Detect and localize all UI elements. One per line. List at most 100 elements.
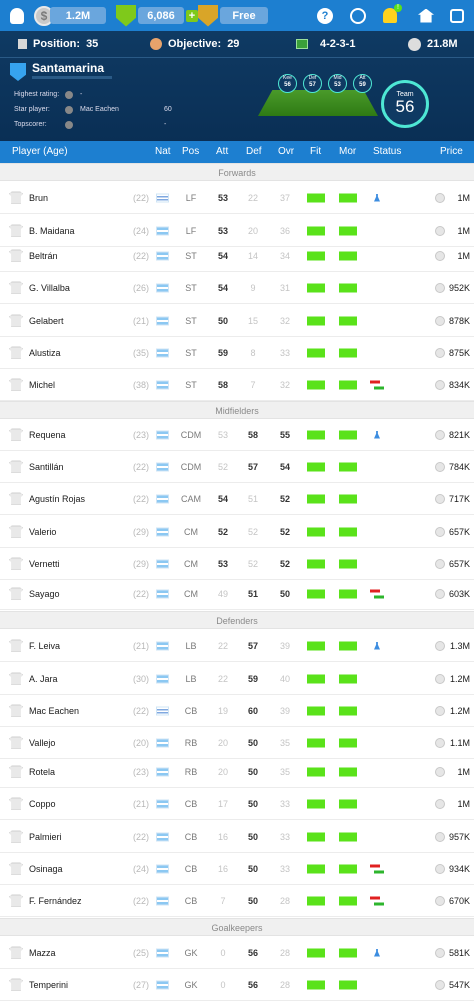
player-row[interactable]: Agustín Rojas (22) CAM 54 51 52 717K bbox=[0, 483, 474, 515]
argentina-flag-icon bbox=[156, 864, 169, 873]
player-row[interactable]: Requena (23) CDM 53 58 55 821K bbox=[0, 419, 474, 451]
bell-badge: ! bbox=[394, 4, 402, 12]
player-name[interactable]: Coppo bbox=[29, 799, 56, 809]
menu-icon[interactable] bbox=[450, 0, 464, 31]
col-status[interactable]: Status bbox=[373, 146, 401, 157]
player-name[interactable]: Brun bbox=[29, 193, 48, 203]
player-name[interactable]: Agustín Rojas bbox=[29, 494, 85, 504]
player-row[interactable]: Santillán (22) CDM 52 57 54 784K bbox=[0, 451, 474, 483]
morale-bar bbox=[339, 559, 357, 568]
price-coin-icon bbox=[435, 798, 445, 809]
attack-value: 58 bbox=[217, 379, 228, 390]
col-ovr[interactable]: Ovr bbox=[278, 146, 294, 157]
objective-value: 29 bbox=[227, 38, 240, 50]
attack-value: 52 bbox=[217, 526, 228, 537]
player-age: (30) bbox=[133, 673, 150, 684]
col-mor[interactable]: Mor bbox=[339, 146, 356, 157]
profile-icon[interactable] bbox=[10, 0, 24, 31]
overall-value: 55 bbox=[279, 429, 290, 440]
player-row[interactable]: Vallejo (20) RB 20 50 35 1.1M bbox=[0, 727, 474, 759]
player-name[interactable]: Santillán bbox=[29, 462, 64, 472]
player-name[interactable]: Michel bbox=[29, 380, 55, 390]
col-pos[interactable]: Pos bbox=[182, 146, 199, 157]
attack-value: 17 bbox=[217, 798, 228, 809]
player-name[interactable]: B. Maidana bbox=[29, 226, 75, 236]
player-name[interactable]: Gelabert bbox=[29, 316, 64, 326]
player-price: 1M bbox=[457, 192, 470, 203]
col-price[interactable]: Price bbox=[440, 146, 463, 157]
uruguay-flag-icon bbox=[156, 193, 169, 202]
player-price: 1M bbox=[457, 225, 470, 236]
price-coin-icon bbox=[435, 947, 445, 958]
player-name[interactable]: G. Villalba bbox=[29, 283, 70, 293]
gems-display[interactable]: 6,086 + bbox=[116, 0, 198, 31]
player-row[interactable]: Temperini (27) GK 0 56 28 547K bbox=[0, 969, 474, 1001]
player-name[interactable]: Requena bbox=[29, 430, 66, 440]
player-row[interactable]: F. Leiva (21) LB 22 57 39 1.3M bbox=[0, 630, 474, 662]
training-icon[interactable] bbox=[374, 193, 380, 202]
player-price: 878K bbox=[448, 315, 470, 326]
player-row[interactable]: A. Jara (30) LB 22 59 40 1.2M bbox=[0, 663, 474, 695]
overall-value: 39 bbox=[279, 705, 290, 716]
player-name[interactable]: Beltrán bbox=[29, 251, 58, 261]
player-name[interactable]: Valerio bbox=[29, 527, 56, 537]
player-row[interactable]: Beltrán (22) ST 54 14 34 1M bbox=[0, 240, 474, 272]
player-name[interactable]: Mazza bbox=[29, 948, 56, 958]
col-att[interactable]: Att bbox=[216, 146, 228, 157]
morale-bar bbox=[339, 462, 357, 471]
player-name[interactable]: Sayago bbox=[29, 589, 60, 599]
training-icon[interactable] bbox=[374, 948, 380, 957]
col-nat[interactable]: Nat bbox=[155, 146, 171, 157]
player-position: ST bbox=[185, 315, 197, 326]
player-row[interactable]: Gelabert (21) ST 50 15 32 878K bbox=[0, 305, 474, 337]
player-row[interactable]: Coppo (21) CB 17 50 33 1M bbox=[0, 788, 474, 820]
player-name[interactable]: A. Jara bbox=[29, 674, 58, 684]
player-row[interactable]: Mac Eachen (22) CB 19 60 39 1.2M bbox=[0, 695, 474, 727]
player-row[interactable]: F. Fernández (22) CB 7 50 28 670K bbox=[0, 885, 474, 917]
col-fit[interactable]: Fit bbox=[310, 146, 321, 157]
player-row[interactable]: Michel (38) ST 58 7 32 834K bbox=[0, 369, 474, 401]
shirt-icon bbox=[9, 191, 23, 204]
player-name[interactable]: Alustiza bbox=[29, 348, 61, 358]
col-def[interactable]: Def bbox=[246, 146, 262, 157]
overall-value: 52 bbox=[279, 558, 290, 569]
player-row[interactable]: Vernetti (29) CM 53 52 52 657K bbox=[0, 548, 474, 580]
morale-bar bbox=[339, 348, 357, 357]
timer-icon[interactable] bbox=[350, 0, 366, 31]
player-name[interactable]: Vernetti bbox=[29, 559, 60, 569]
training-icon[interactable] bbox=[374, 430, 380, 439]
formation-button[interactable]: 4-2-3-1 bbox=[296, 31, 355, 57]
player-row[interactable]: G. Villalba (26) ST 54 9 31 952K bbox=[0, 272, 474, 304]
player-row[interactable]: Osinaga (24) CB 16 50 33 934K bbox=[0, 853, 474, 885]
player-name[interactable]: Vallejo bbox=[29, 738, 55, 748]
player-name[interactable]: F. Fernández bbox=[29, 896, 82, 906]
overall-value: 39 bbox=[279, 640, 290, 651]
player-row[interactable]: Alustiza (35) ST 59 8 33 875K bbox=[0, 337, 474, 369]
player-name[interactable]: Rotela bbox=[29, 767, 55, 777]
player-name[interactable]: Osinaga bbox=[29, 864, 63, 874]
player-name[interactable]: F. Leiva bbox=[29, 641, 60, 651]
fitness-bar bbox=[307, 799, 325, 808]
help-icon[interactable]: ? bbox=[317, 0, 333, 31]
transfer-listed-icon[interactable] bbox=[370, 589, 384, 598]
add-gems-button[interactable]: + bbox=[186, 9, 198, 22]
player-position: CM bbox=[184, 526, 198, 537]
player-row[interactable]: Sayago (22) CM 49 51 50 603K bbox=[0, 578, 474, 610]
player-name[interactable]: Palmieri bbox=[29, 832, 62, 842]
player-name[interactable]: Mac Eachen bbox=[29, 706, 79, 716]
transfer-listed-icon[interactable] bbox=[370, 380, 384, 389]
player-row[interactable]: Mazza (25) GK 0 56 28 581K bbox=[0, 937, 474, 969]
col-player[interactable]: Player (Age) bbox=[12, 146, 68, 157]
cash-display[interactable]: $ 1.2M bbox=[34, 0, 106, 31]
player-row[interactable]: Valerio (29) CM 52 52 52 657K bbox=[0, 516, 474, 548]
transfer-listed-icon[interactable] bbox=[370, 896, 384, 905]
player-name[interactable]: Temperini bbox=[29, 980, 68, 990]
transfer-listed-icon[interactable] bbox=[370, 864, 384, 873]
player-row[interactable]: Brun (22) LF 53 22 37 1M bbox=[0, 182, 474, 214]
free-reward-button[interactable]: Free bbox=[198, 0, 268, 31]
training-icon[interactable] bbox=[374, 641, 380, 650]
player-row[interactable]: Rotela (23) RB 20 50 35 1M bbox=[0, 756, 474, 788]
player-row[interactable]: Palmieri (22) CB 16 50 33 957K bbox=[0, 821, 474, 853]
bell-icon[interactable]: ! bbox=[383, 0, 402, 31]
home-icon[interactable] bbox=[418, 0, 434, 31]
